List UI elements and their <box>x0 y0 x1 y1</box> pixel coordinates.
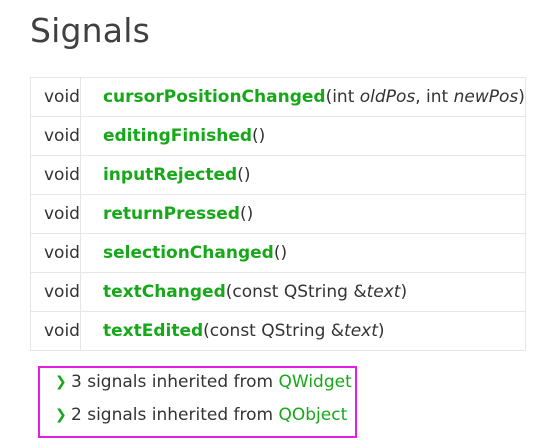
signal-row: void textEdited(const QString &text) <box>30 311 526 351</box>
signal-row: void returnPressed() <box>30 194 526 234</box>
return-type: void <box>30 116 81 156</box>
param-name: text <box>344 321 378 341</box>
signature-text: ) <box>518 87 525 107</box>
signal-row: void editingFinished() <box>30 116 526 156</box>
signal-signature: returnPressed() <box>79 194 526 234</box>
signal-name-link[interactable]: editingFinished <box>103 126 252 146</box>
signal-name-link[interactable]: cursorPositionChanged <box>103 87 326 107</box>
param-name: newPos <box>453 87 519 107</box>
signal-name-link[interactable]: returnPressed <box>103 204 240 224</box>
param-name: text <box>366 282 401 302</box>
signature-text: (const QString & <box>225 282 367 302</box>
return-type: void <box>30 77 81 117</box>
chevron-right-icon[interactable]: ❯ <box>55 407 71 423</box>
signature-text: () <box>237 165 251 185</box>
return-type: void <box>30 155 81 195</box>
inherited-signals-highlight: ❯ 3 signals inherited from QWidget ❯ 2 sig… <box>38 366 357 438</box>
signature-text: () <box>239 204 254 224</box>
signal-name-link[interactable]: textChanged <box>103 282 226 302</box>
signal-row: void selectionChanged() <box>30 233 526 273</box>
signal-row: void textChanged(const QString &text) <box>30 272 526 312</box>
return-type: void <box>30 311 81 351</box>
signals-table: void cursorPositionChanged(int oldPos, in… <box>30 77 526 351</box>
signal-signature: editingFinished() <box>79 116 526 156</box>
return-type: void <box>30 233 81 273</box>
class-link[interactable]: QObject <box>279 405 348 425</box>
signature-text: ) <box>377 321 385 341</box>
signal-signature: selectionChanged() <box>79 233 526 273</box>
chevron-right-icon[interactable]: ❯ <box>55 374 71 390</box>
param-name: oldPos <box>359 87 416 107</box>
inherited-item[interactable]: ❯ 2 signals inherited from QObject <box>55 405 347 425</box>
signal-name-link[interactable]: selectionChanged <box>103 243 274 263</box>
signal-name-link[interactable]: inputRejected <box>103 165 237 185</box>
return-type: void <box>30 194 81 234</box>
signal-signature: inputRejected() <box>79 155 526 195</box>
signature-text: () <box>252 126 266 146</box>
signature-text: () <box>273 243 288 263</box>
signal-signature: cursorPositionChanged(int oldPos, int ne… <box>79 77 526 117</box>
section-heading: Signals <box>30 11 150 50</box>
signal-signature: textChanged(const QString &text) <box>79 272 526 312</box>
signature-text: (int <box>325 87 360 107</box>
inherited-text: 3 signals inherited from <box>71 372 279 392</box>
inherited-text: 2 signals inherited from <box>71 405 279 425</box>
signal-row: void inputRejected() <box>30 155 526 195</box>
inherited-item[interactable]: ❯ 3 signals inherited from QWidget <box>55 372 352 392</box>
signal-row: void cursorPositionChanged(int oldPos, in… <box>30 77 526 117</box>
signature-text: (const QString & <box>203 321 345 341</box>
signature-text: , int <box>415 87 454 107</box>
class-link[interactable]: QWidget <box>279 372 352 392</box>
signal-signature: textEdited(const QString &text) <box>79 311 526 351</box>
return-type: void <box>30 272 81 312</box>
signal-name-link[interactable]: textEdited <box>103 321 203 341</box>
page: Signals void cursorPositionChanged(int ol… <box>0 0 536 448</box>
signature-text: ) <box>400 282 408 302</box>
